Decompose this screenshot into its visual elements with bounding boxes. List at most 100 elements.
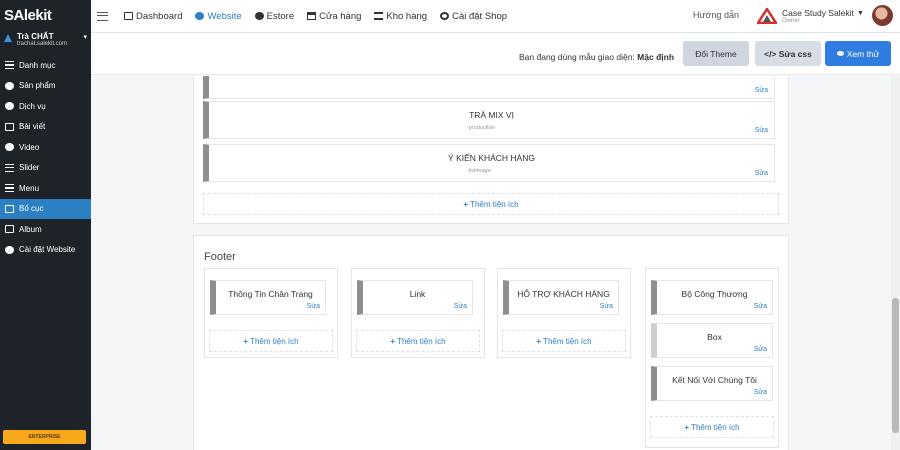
video-icon [5, 143, 14, 152]
help-link[interactable]: Hướng dẫn [693, 10, 739, 20]
widget-listimage[interactable]: Ý KIẾN KHÁCH HÀNG -listimage- Sửa [203, 144, 775, 182]
footer-title: Footer [204, 251, 236, 263]
edit-css-button[interactable]: </> Sửa css [755, 41, 821, 66]
add-widget-button[interactable]: + Thêm tiện ích [502, 330, 626, 352]
change-theme-button[interactable]: Đổi Theme [683, 41, 749, 66]
avatar[interactable] [872, 5, 893, 26]
layout-section: -phone- Sửa TRÀ MIX VỊ -productlist- Sửa… [193, 76, 789, 224]
preview-button[interactable]: Xem thử [825, 41, 891, 66]
layout-editor: -phone- Sửa TRÀ MIX VỊ -productlist- Sửa… [91, 76, 888, 450]
add-widget-button[interactable]: + Thêm tiện ích [203, 193, 779, 215]
scrollbar-thumb[interactable] [892, 298, 899, 433]
sidebar-item-products[interactable]: Sản phẩm [0, 76, 91, 97]
widget-productlist[interactable]: TRÀ MIX VỊ -productlist- Sửa [203, 101, 775, 139]
footer-widget[interactable]: Box Sửa [651, 323, 773, 358]
footer-column: Link Sửa + Thêm tiện ích [351, 268, 485, 358]
widget-title: Bộ Công Thương [681, 289, 748, 299]
shop-logo-icon [4, 34, 12, 42]
shop-name: Trà CHẤT [17, 32, 54, 41]
widget-edit-link[interactable]: Sửa [755, 127, 768, 134]
warehouse-icon [374, 12, 384, 20]
estore-icon [254, 12, 264, 20]
sidebar-item-video[interactable]: Video [0, 137, 91, 158]
sidebar-item-services[interactable]: Dịch vụ [0, 96, 91, 117]
slider-icon [5, 163, 14, 172]
widget-title: HỖ TRỢ KHÁCH HÀNG [517, 289, 610, 299]
brand-logo[interactable]: SAlekit [0, 0, 91, 31]
topnav-warehouse[interactable]: Kho hàng [374, 11, 427, 22]
footer-column: Thông Tin Chân Trang Sửa + Thêm tiện ích [204, 268, 338, 358]
footer-widget[interactable]: Bộ Công Thương Sửa [651, 280, 773, 315]
topnav-dashboard[interactable]: Dashboard [124, 11, 182, 22]
scrollbar[interactable] [891, 76, 900, 450]
plus-icon: + [243, 336, 249, 346]
chevron-down-icon[interactable]: ▼ [857, 10, 864, 17]
widget-phone[interactable]: -phone- Sửa [203, 76, 775, 99]
shop-domain: trachat.salekit.com [17, 41, 68, 47]
account-role: Owner [782, 18, 800, 24]
account-logo-icon [757, 8, 777, 24]
sidebar-item-layout[interactable]: Bố cục [0, 198, 91, 219]
store-icon [307, 12, 317, 20]
topnav-shop-settings[interactable]: Cài đặt Shop [440, 11, 507, 22]
plus-icon: + [463, 199, 469, 209]
sidebar-item-website-settings[interactable]: Cài đặt Website [0, 240, 91, 261]
widget-edit-link[interactable]: Sửa [754, 346, 767, 353]
widget-type: -listimage- [467, 168, 493, 174]
widget-edit-link[interactable]: Sửa [454, 303, 467, 310]
footer-widget[interactable]: Thông Tin Chân Trang Sửa [210, 280, 326, 315]
widget-edit-link[interactable]: Sửa [755, 87, 768, 94]
shop-switcher[interactable]: Trà CHẤT trachat.salekit.com ▾ [0, 31, 91, 53]
menu-icon [5, 184, 14, 193]
widget-title: TRÀ MIX VỊ [469, 110, 514, 120]
widget-edit-link[interactable]: Sửa [754, 389, 767, 396]
footer-column: Bộ Công Thương Sửa Box Sửa Kết Nối Với C… [645, 268, 779, 448]
widget-edit-link[interactable]: Sửa [754, 303, 767, 310]
widget-type: -productlist- [467, 125, 496, 131]
widget-title: Box [707, 332, 722, 342]
sidebar-item-articles[interactable]: Bài viết [0, 117, 91, 138]
service-icon [5, 102, 14, 111]
top-navbar: Dashboard Website Estore Cửa hàng Kho hà… [91, 0, 900, 33]
globe-icon [195, 12, 205, 20]
widget-type: -phone- [467, 76, 486, 77]
add-widget-button[interactable]: + Thêm tiện ích [650, 416, 774, 438]
account-name[interactable]: Case Study Salekit [782, 8, 854, 18]
widget-title: Kết Nối Với Chúng Tôi [672, 375, 757, 385]
footer-section: Footer Thông Tin Chân Trang Sửa + Thêm ti… [193, 235, 789, 450]
footer-widget[interactable]: HỖ TRỢ KHÁCH HÀNG Sửa [503, 280, 619, 315]
topnav-estore[interactable]: Estore [254, 11, 294, 22]
sidebar: SAlekit Trà CHẤT trachat.salekit.com ▾ D… [0, 0, 91, 450]
chevron-down-icon: ▾ [83, 34, 87, 41]
list-icon [5, 61, 14, 70]
add-widget-button[interactable]: + Thêm tiện ích [209, 330, 333, 352]
eye-icon [836, 51, 844, 56]
sidebar-item-slider[interactable]: Slider [0, 158, 91, 179]
layout-icon [5, 204, 14, 213]
footer-widget[interactable]: Link Sửa [357, 280, 473, 315]
album-icon [5, 225, 14, 234]
add-widget-button[interactable]: + Thêm tiện ích [356, 330, 480, 352]
plus-icon: + [390, 336, 396, 346]
plan-badge[interactable]: ENTERPRISE [3, 430, 86, 444]
sidebar-item-menu[interactable]: Menu [0, 178, 91, 199]
topnav-website[interactable]: Website [195, 11, 242, 22]
widget-title: Thông Tin Chân Trang [228, 289, 313, 299]
widget-edit-link[interactable]: Sửa [755, 170, 768, 177]
sidebar-item-categories[interactable]: Danh mục [0, 55, 91, 76]
widget-title: Ý KIẾN KHÁCH HÀNG [448, 153, 535, 163]
sidebar-item-album[interactable]: Album [0, 219, 91, 240]
topnav-store[interactable]: Cửa hàng [307, 11, 361, 22]
footer-column: HỖ TRỢ KHÁCH HÀNG Sửa + Thêm tiện ích [497, 268, 631, 358]
article-icon [5, 122, 14, 131]
widget-edit-link[interactable]: Sửa [600, 303, 613, 310]
product-icon [5, 81, 14, 90]
widget-edit-link[interactable]: Sửa [307, 303, 320, 310]
top-nav: Dashboard Website Estore Cửa hàng Kho hà… [124, 11, 520, 22]
plus-icon: + [684, 422, 690, 432]
sidebar-nav: Danh mục Sản phẩm Dịch vụ Bài viết Video… [0, 55, 91, 260]
code-icon: </> [764, 48, 779, 59]
theme-info: Bạn đang dùng mẫu giao diện: Mặc định [519, 52, 675, 62]
hamburger-icon[interactable] [97, 11, 108, 21]
footer-widget[interactable]: Kết Nối Với Chúng Tôi Sửa [651, 366, 773, 401]
